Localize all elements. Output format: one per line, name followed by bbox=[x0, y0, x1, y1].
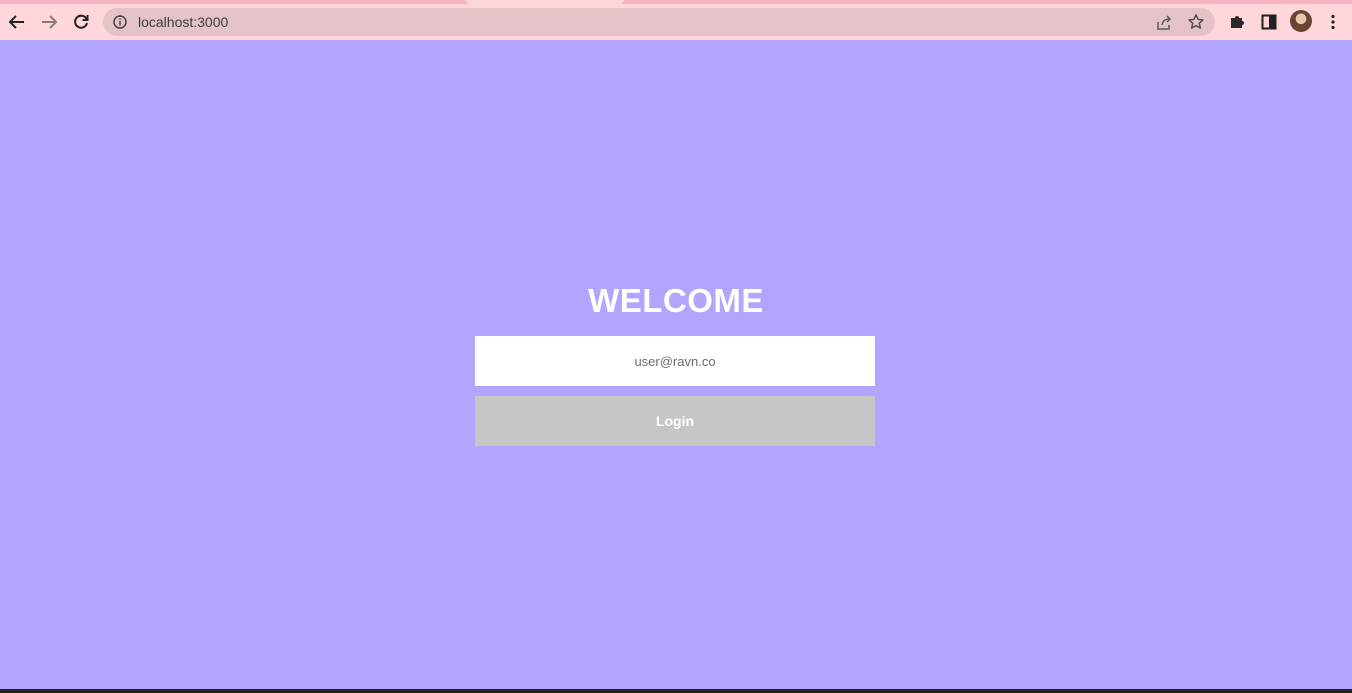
side-panel-icon bbox=[1261, 14, 1277, 30]
browser-toolbar: localhost:3000 bbox=[0, 4, 1352, 40]
forward-button[interactable] bbox=[34, 7, 64, 37]
side-panel-button[interactable] bbox=[1257, 10, 1281, 34]
forward-arrow-icon bbox=[42, 15, 58, 29]
browser-menu-button[interactable] bbox=[1321, 10, 1345, 34]
taskbar-edge bbox=[0, 689, 1352, 693]
kebab-menu-icon bbox=[1331, 14, 1335, 30]
puzzle-icon bbox=[1231, 16, 1244, 28]
back-arrow-icon bbox=[8, 15, 24, 29]
reload-button[interactable] bbox=[66, 7, 96, 37]
page-title: WELCOME bbox=[588, 282, 764, 319]
email-field[interactable] bbox=[475, 336, 875, 386]
reload-icon bbox=[74, 14, 89, 29]
share-icon[interactable] bbox=[1155, 14, 1173, 32]
info-icon[interactable] bbox=[113, 15, 127, 29]
url-text[interactable]: localhost:3000 bbox=[138, 14, 228, 30]
back-button[interactable] bbox=[2, 7, 32, 37]
address-bar[interactable]: localhost:3000 bbox=[103, 8, 1215, 36]
avatar[interactable] bbox=[1290, 10, 1312, 32]
star-icon[interactable] bbox=[1187, 13, 1205, 31]
page-content: WELCOME Login bbox=[0, 40, 1352, 689]
extensions-button[interactable] bbox=[1225, 10, 1249, 34]
login-button[interactable]: Login bbox=[475, 396, 875, 446]
